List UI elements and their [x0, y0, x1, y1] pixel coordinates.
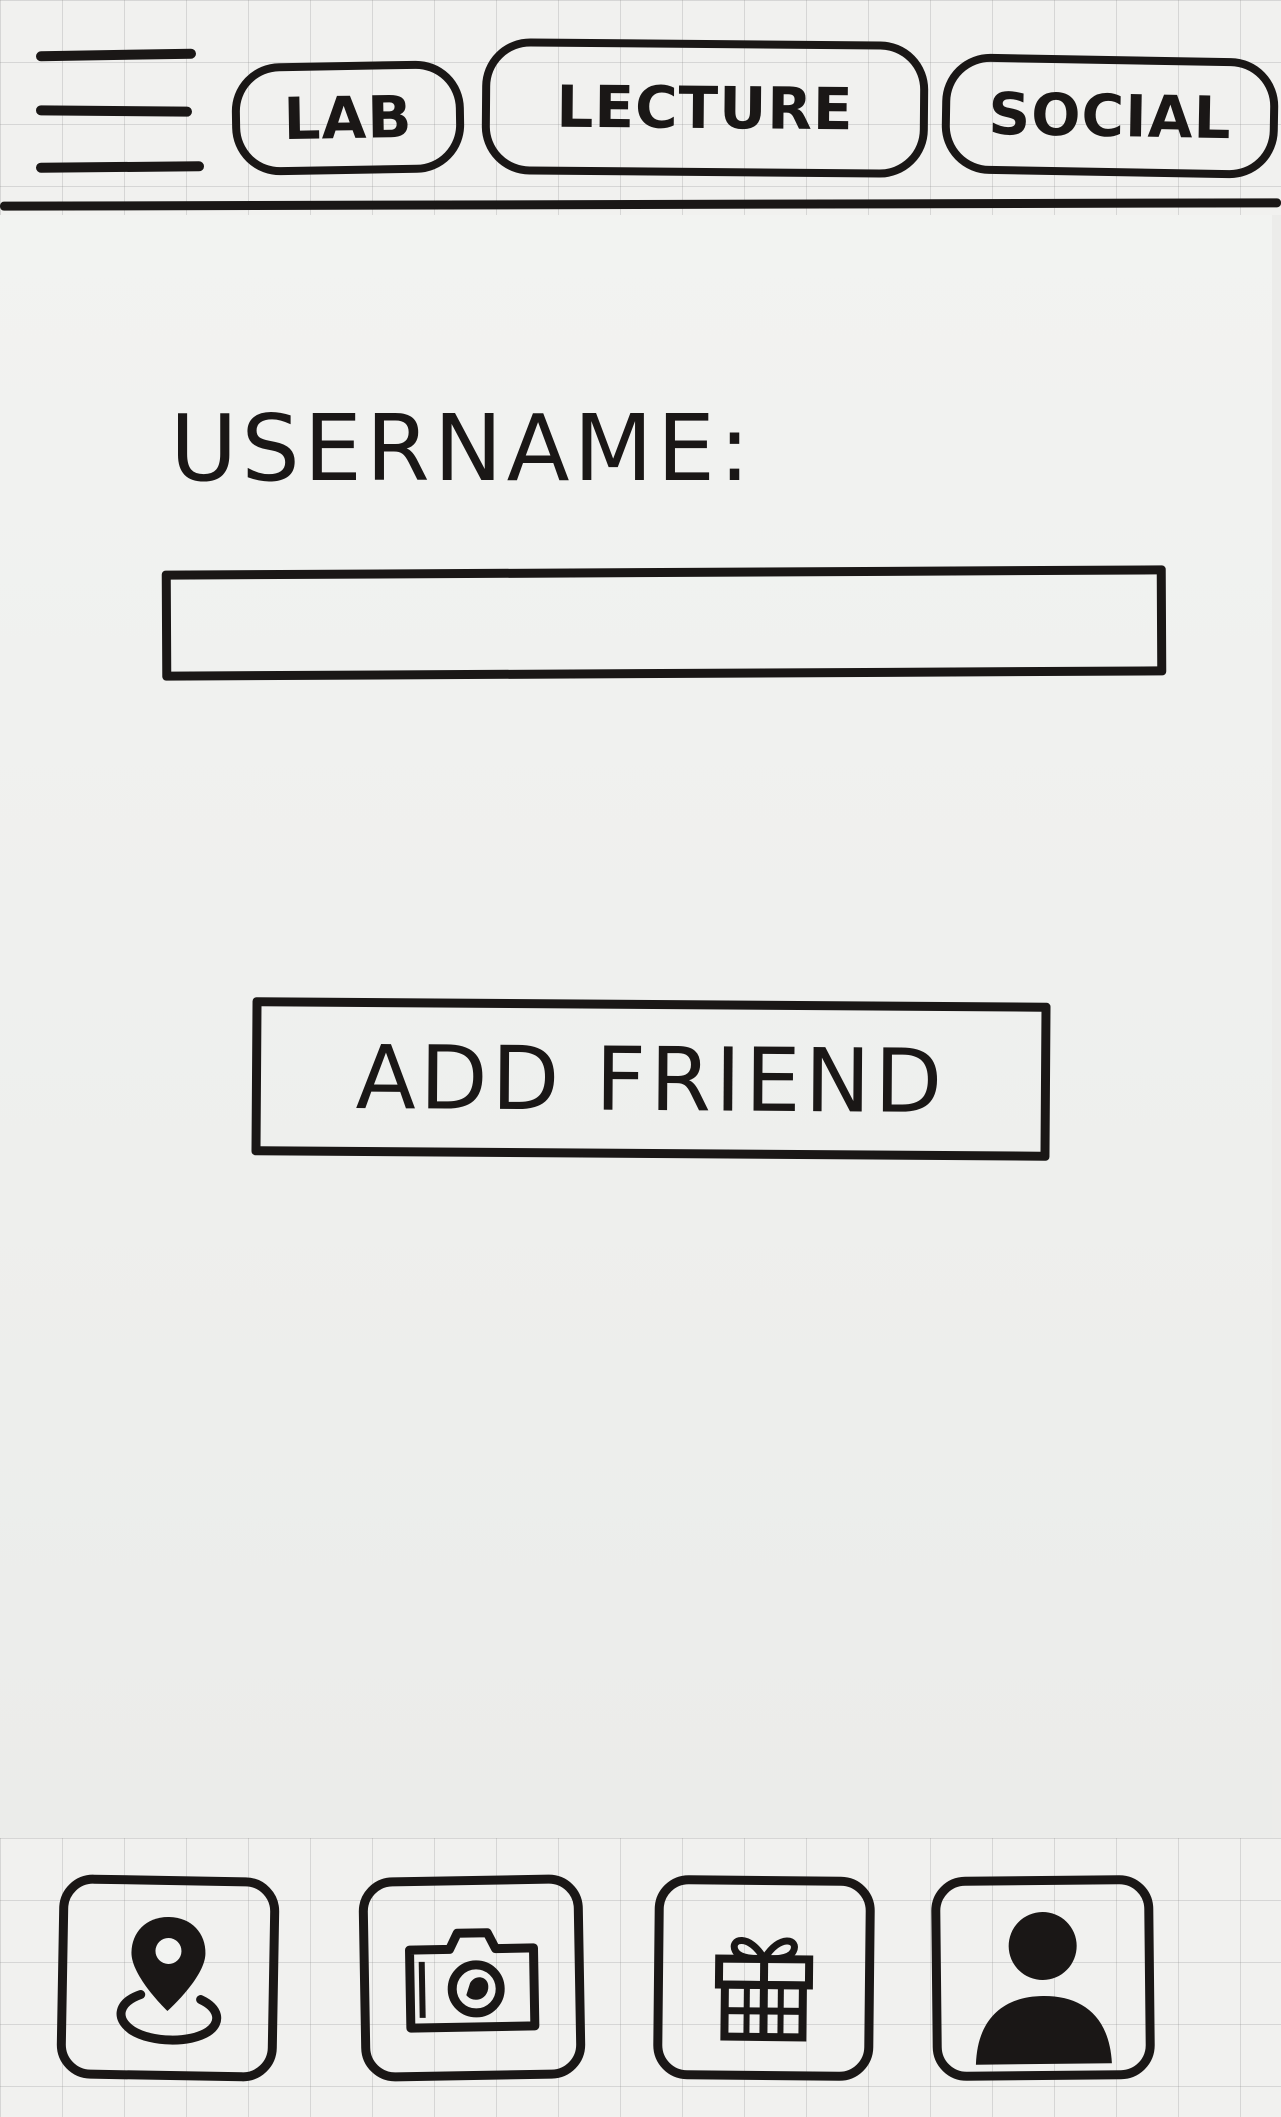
- top-navigation-bar: LAB LECTURE SOCIAL: [0, 0, 1281, 212]
- username-input[interactable]: [161, 565, 1167, 681]
- nav-profile-button[interactable]: [930, 1874, 1156, 2082]
- hamburger-menu-icon[interactable]: [30, 42, 210, 180]
- add-friend-button[interactable]: ADD FRIEND: [251, 997, 1051, 1161]
- camera-icon: [405, 1928, 540, 2033]
- menu-bar-line: [35, 161, 205, 173]
- username-label: USERNAME:: [170, 395, 755, 502]
- nav-map-button[interactable]: [56, 1874, 280, 2082]
- nav-gift-button[interactable]: [652, 1874, 876, 2082]
- menu-bar-line: [35, 48, 197, 62]
- header-divider: [0, 198, 1281, 211]
- menu-bar-line: [35, 105, 193, 117]
- tab-lab[interactable]: LAB: [231, 59, 465, 177]
- map-pin-icon: [116, 1917, 222, 2045]
- profile-icon: [975, 1912, 1112, 2065]
- tab-lecture[interactable]: LECTURE: [481, 38, 929, 178]
- nav-camera-button[interactable]: [358, 1874, 586, 2082]
- bottom-navigation-bar: [0, 1838, 1281, 2117]
- gift-icon: [714, 1937, 814, 2042]
- tab-social[interactable]: SOCIAL: [940, 53, 1280, 179]
